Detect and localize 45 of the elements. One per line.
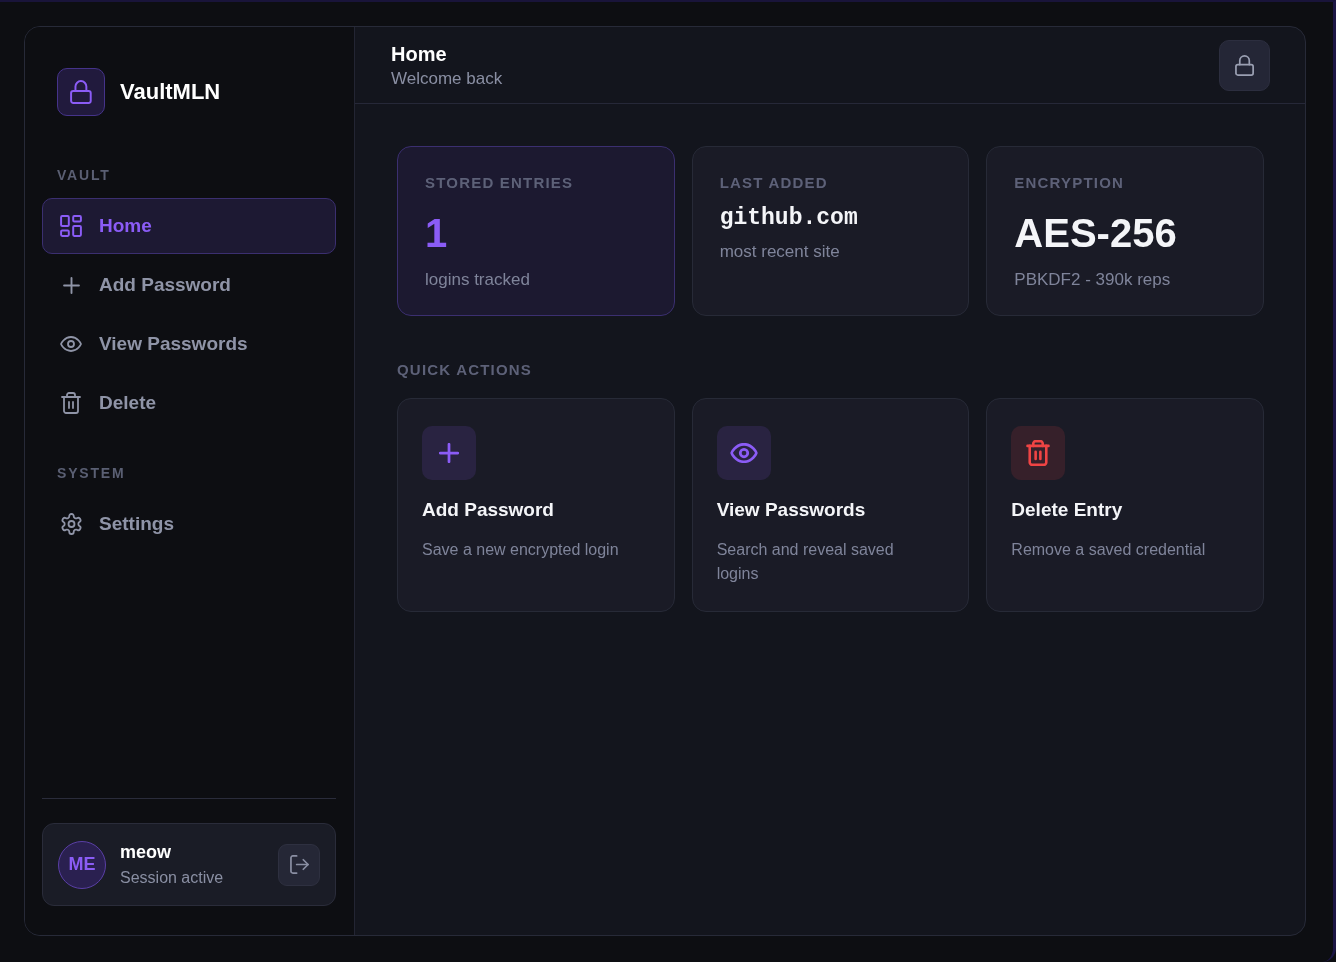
stat-label: LAST ADDED [719,174,828,192]
user-avatar: ME [58,840,106,889]
plus-icon [62,276,80,294]
eye-icon [60,336,82,352]
action-title: Delete Entry [1011,498,1123,522]
action-title: Add Password [422,498,554,522]
action-description: Search and reveal saved logins [716,540,895,584]
stat-caption: PBKDF2 - 390k reps [1014,269,1171,291]
action-card[interactable]: Add Password Save a new encrypted login [397,398,675,612]
nav-item[interactable]: Settings [42,496,336,552]
page-title: Home [391,42,447,67]
stat-value: AES-256 [1014,210,1177,257]
user-name: meow [120,841,171,864]
lock-button[interactable] [1219,39,1270,91]
stat-label: ENCRYPTION [1014,174,1125,192]
session-status: Session active [120,868,224,888]
stat-label: STORED ENTRIES [425,174,574,192]
section-label: SYSTEM [57,464,126,482]
nav-item[interactable]: Delete [42,375,336,431]
grid-icon [60,215,82,237]
action-description: Save a new encrypted login [422,540,619,560]
logout-icon [289,855,309,874]
lock-icon [57,68,105,116]
nav-item[interactable]: View Passwords [42,316,336,372]
stat-value: github.com [719,205,858,231]
stat-caption: most recent site [719,241,840,263]
action-description: Remove a saved credential [1011,540,1206,560]
nav-item[interactable]: Add Password [42,257,336,313]
action-card[interactable]: Delete Entry Remove a saved credential [986,398,1264,612]
logout-button[interactable] [278,843,320,886]
stat-caption: logins tracked [425,269,530,291]
trash-icon [1011,426,1066,480]
stat-value: 1 [425,210,448,257]
plus-icon [422,426,476,480]
trash-icon [61,392,81,414]
page-subtitle: Welcome back [391,68,503,90]
action-card[interactable]: View Passwords Search and reveal saved logins [691,398,970,612]
nav-item[interactable]: Home [42,198,336,254]
action-title: View Passwords [716,498,866,522]
section-label: VAULT [57,166,111,184]
settings-icon [60,513,82,535]
brand-name: VaultMLN [120,78,221,106]
lock-icon [1234,54,1255,76]
eye-icon [716,426,771,480]
section-label: QUICK ACTIONS [397,361,533,379]
